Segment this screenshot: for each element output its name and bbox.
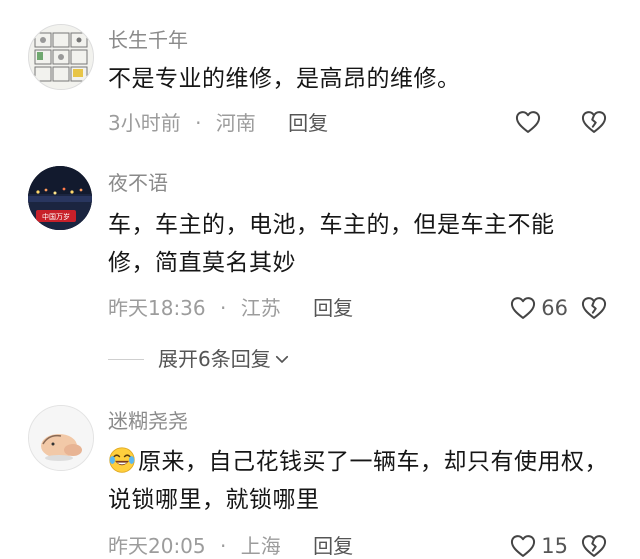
comment-time: 3小时前 [108, 111, 181, 135]
meta-separator: · [195, 111, 202, 135]
broken-heart-icon [581, 535, 607, 557]
comment-meta: 昨天18:36 · 江苏 回复 [108, 295, 353, 321]
heart-outline-icon [511, 535, 536, 557]
comment-location: 江苏 [240, 296, 281, 320]
reply-button[interactable]: 回复 [313, 296, 353, 320]
comment-meta: 3小时前 · 河南 回复 [108, 110, 328, 136]
heart-outline-icon [515, 111, 541, 133]
avatar[interactable]: 中国万岁 [28, 166, 92, 230]
heart-outline-icon [511, 297, 536, 319]
meta-separator: · [220, 534, 227, 558]
laughing-tears-emoji [109, 447, 135, 473]
dislike-button[interactable] [580, 108, 608, 140]
comment-text-body: 原来，自己花钱买了一辆车，却只有使用权，说锁哪里，就锁哪里 [108, 449, 608, 513]
comment-text: 不是专业的维修，是高昂的维修。 [108, 66, 461, 92]
svg-text:中国万岁: 中国万岁 [42, 212, 70, 221]
night-city-avatar-image: 中国万岁 [28, 166, 92, 230]
broken-heart-icon [581, 111, 607, 133]
like-button[interactable] [514, 108, 546, 136]
expand-replies-label: 展开6条回复 [158, 347, 271, 371]
dislike-button[interactable] [580, 294, 608, 326]
dislike-button[interactable] [580, 532, 608, 559]
reply-button[interactable]: 回复 [313, 534, 353, 558]
username[interactable]: 夜不语 [108, 171, 168, 195]
comment-time: 昨天18:36 [108, 296, 206, 320]
username[interactable]: 长生千年 [108, 28, 188, 52]
avatar[interactable] [28, 405, 94, 471]
cartoon-avatar-image [29, 406, 93, 470]
like-count: 15 [541, 534, 568, 558]
reply-button[interactable]: 回复 [288, 111, 328, 135]
chevron-down-icon [275, 355, 288, 363]
comment-location: 上海 [240, 534, 281, 558]
expand-replies-button[interactable]: 展开6条回复 [108, 346, 291, 372]
like-button[interactable]: 15 [509, 532, 568, 559]
broken-heart-icon [581, 297, 607, 319]
comic-avatar-image [29, 25, 93, 89]
comment-meta: 昨天20:05 · 上海 回复 [108, 533, 353, 559]
like-button[interactable]: 66 [509, 294, 568, 322]
username[interactable]: 迷糊尧尧 [108, 409, 188, 433]
avatar[interactable] [28, 24, 94, 90]
comment-text: 车，车主的，电池，车主的，但是车主不能修，简直莫名其妙 [108, 212, 555, 276]
comment-text: 原来，自己花钱买了一辆车，却只有使用权，说锁哪里，就锁哪里 [108, 443, 608, 519]
meta-separator: · [220, 296, 227, 320]
like-count: 66 [541, 296, 568, 320]
comment-time: 昨天20:05 [108, 534, 206, 558]
expand-divider [108, 358, 144, 360]
comment-list: 长生千年 不是专业的维修，是高昂的维修。 3小时前 · 河南 回复 中国万岁 夜… [0, 0, 640, 559]
comment-location: 河南 [215, 111, 256, 135]
